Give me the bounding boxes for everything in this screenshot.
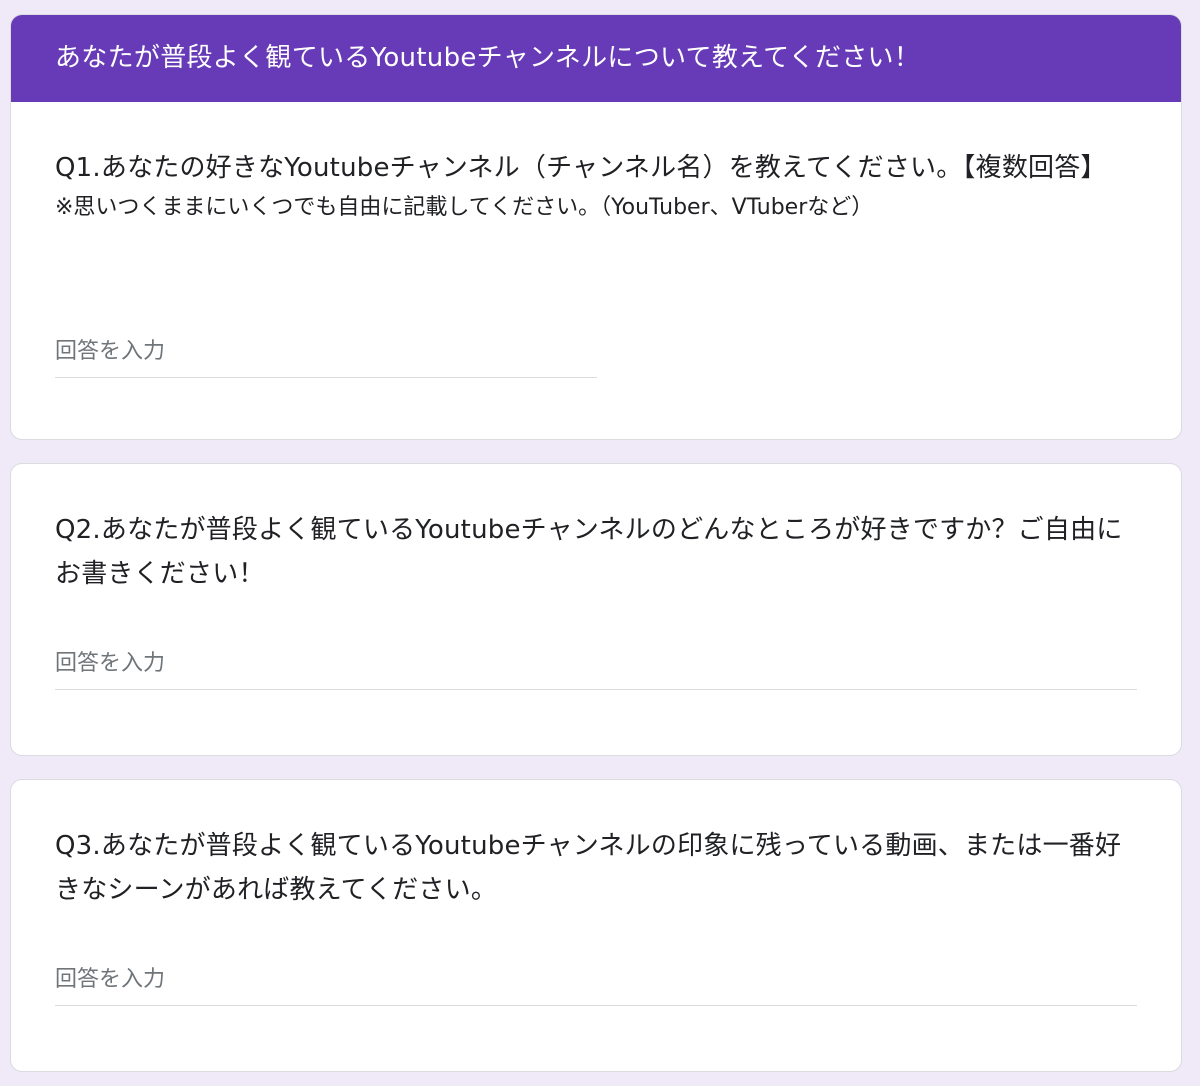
question-card-q3: Q3.あなたが普段よく観ているYoutubeチャンネルの印象に残っている動画、ま… bbox=[10, 779, 1182, 1072]
question-title-q1: Q1.あなたの好きなYoutubeチャンネル（チャンネル名）を教えてください。【… bbox=[55, 153, 1107, 183]
section-card: あなたが普段よく観ているYoutubeチャンネルについて教えてください！ Q1.… bbox=[10, 14, 1182, 440]
answer-input-q3[interactable]: 回答を入力 bbox=[55, 965, 1137, 1006]
answer-input-q2[interactable]: 回答を入力 bbox=[55, 649, 1137, 690]
answer-input-q1[interactable]: 回答を入力 bbox=[55, 337, 597, 378]
question-description-q1: ※思いつくままにいくつでも自由に記載してください。（YouTuber、VTube… bbox=[55, 195, 874, 220]
question-q1: Q1.あなたの好きなYoutubeチャンネル（チャンネル名）を教えてください。【… bbox=[11, 102, 1181, 224]
question-card-q2: Q2.あなたが普段よく観ているYoutubeチャンネルのどんなところが好きですか… bbox=[10, 463, 1182, 756]
question-title-q2: Q2.あなたが普段よく観ているYoutubeチャンネルのどんなところが好きですか… bbox=[55, 515, 1123, 589]
section-title: あなたが普段よく観ているYoutubeチャンネルについて教えてください！ bbox=[11, 15, 1181, 102]
question-title-q3: Q3.あなたが普段よく観ているYoutubeチャンネルの印象に残っている動画、ま… bbox=[55, 831, 1122, 905]
